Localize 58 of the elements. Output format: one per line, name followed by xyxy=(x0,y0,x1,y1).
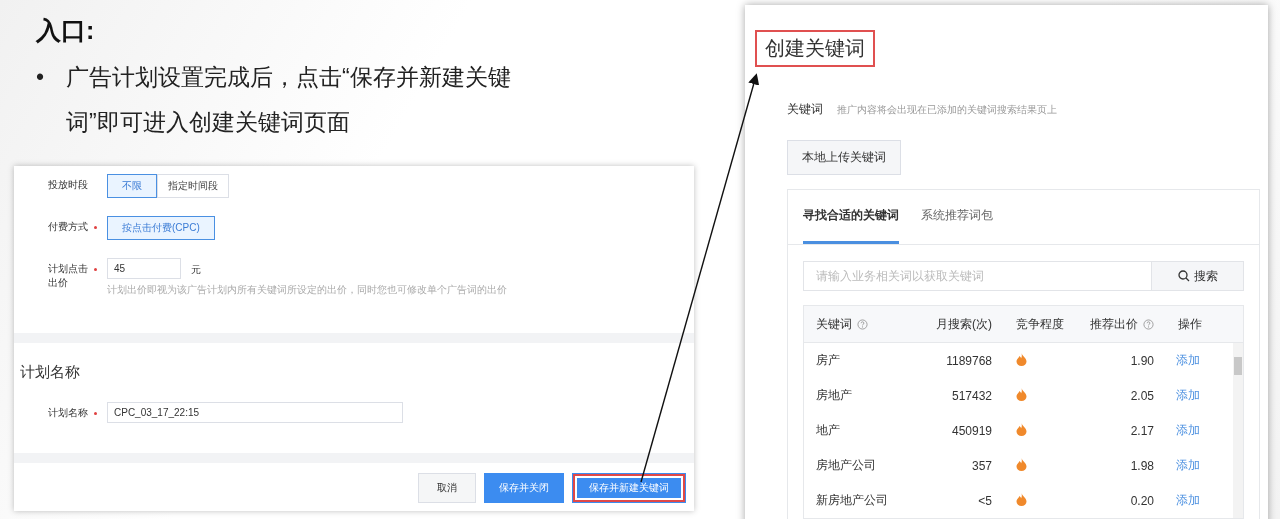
add-link[interactable]: 添加 xyxy=(1166,352,1233,369)
table-cell-text: 517432 xyxy=(950,388,993,403)
flame-icon xyxy=(1016,457,1027,471)
keyword-label: 关键词 xyxy=(787,101,823,118)
column-header: 推荐出价 xyxy=(1074,315,1166,333)
bid-input[interactable]: 45 xyxy=(107,258,181,279)
search-button[interactable]: 搜索 xyxy=(1152,261,1244,291)
table-cell-text: 2.05 xyxy=(1129,388,1155,403)
segment-option[interactable]: 不限 xyxy=(107,174,157,198)
save-button[interactable]: 保存并关闭 xyxy=(484,473,564,503)
segment-option[interactable]: 按点击付费(CPC) xyxy=(107,216,215,240)
flame-icon xyxy=(1016,387,1027,401)
flame-icon xyxy=(1016,422,1027,436)
page-title: 创建关键词 xyxy=(755,30,875,67)
column-header: 关键词 xyxy=(804,315,916,333)
hint-text: 计划出价即视为该广告计划内所有关键词所设定的出价，同时您也可修改单个广告词的出价 xyxy=(107,283,507,297)
add-link[interactable]: 添加 xyxy=(1166,387,1233,404)
table-cell-text: 1189768 xyxy=(945,353,993,368)
table-cell-text: 1.90 xyxy=(1129,353,1155,368)
search-icon xyxy=(1177,270,1190,282)
table-cell-text: 新房地产公司 xyxy=(815,492,889,509)
table-cell-text: 地产 xyxy=(815,422,841,439)
column-header: 操作 xyxy=(1177,315,1203,333)
segment-option[interactable]: 指定时间段 xyxy=(157,174,229,198)
field-label: 付费方式 xyxy=(48,220,88,234)
bullet: • xyxy=(36,63,45,92)
table-cell-text: 450919 xyxy=(950,423,993,438)
table-cell-text: 0.20 xyxy=(1129,493,1155,508)
tab[interactable]: 系统推荐词包 xyxy=(921,190,993,244)
table-cell-text: 房地产公司 xyxy=(815,457,877,474)
field-label: 投放时段 xyxy=(48,178,88,192)
save-button[interactable]: 保存并新建关键词 xyxy=(572,473,686,503)
table-cell-text: 1.98 xyxy=(1129,458,1155,473)
table-cell-text: <5 xyxy=(977,493,993,508)
column-header: 竞争程度 xyxy=(1015,315,1065,333)
column-header: 月搜索(次) xyxy=(935,315,993,333)
add-link[interactable]: 添加 xyxy=(1166,457,1233,474)
table-cell-text: 房产 xyxy=(815,352,841,369)
unit-label: 元 xyxy=(191,263,201,277)
field-label: 计划名称 xyxy=(48,406,88,420)
cancel-button[interactable]: 取消 xyxy=(418,473,476,503)
upload-button[interactable]: 本地上传关键词 xyxy=(787,140,901,175)
table-cell-text: 2.17 xyxy=(1129,423,1155,438)
name-input[interactable]: CPC_03_17_22:15 xyxy=(107,402,403,423)
field-label: 计划点击出价 xyxy=(48,262,88,290)
search-field[interactable]: 请输入业务相关词以获取关键词 xyxy=(803,261,1152,291)
slide-title: 入口: xyxy=(36,15,95,46)
flame-icon xyxy=(1016,492,1027,506)
add-link[interactable]: 添加 xyxy=(1166,492,1233,509)
bullet-text: 广告计划设置完成后，点击“保存并新建关键词”即可进入创建关键词页面 xyxy=(66,63,512,137)
flame-icon xyxy=(1016,352,1027,366)
scrollbar[interactable] xyxy=(1233,343,1243,518)
add-link[interactable]: 添加 xyxy=(1166,422,1233,439)
tab[interactable]: 寻找合适的关键词 xyxy=(803,190,899,244)
section-title: 计划名称 xyxy=(20,363,81,382)
description-text: 推广内容将会出现在已添加的关键词搜索结果页上 xyxy=(837,103,1057,117)
table-cell-text: 357 xyxy=(970,458,993,473)
table-cell-text: 房地产 xyxy=(815,387,853,404)
